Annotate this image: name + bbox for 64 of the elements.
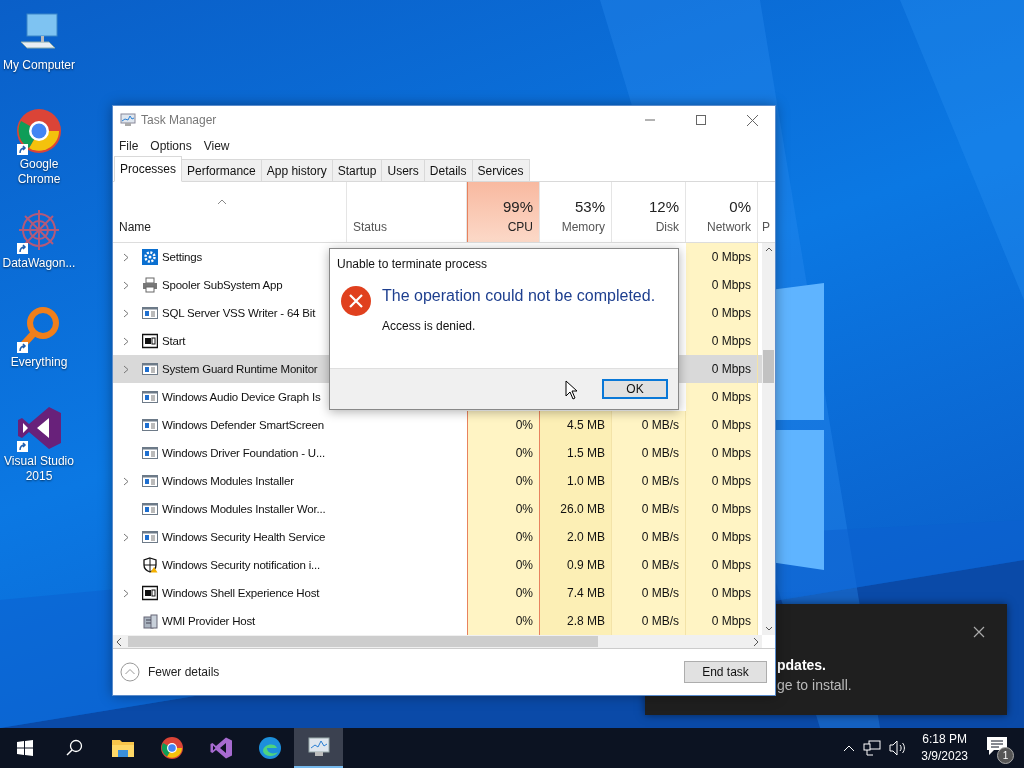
table-cell: 0% xyxy=(467,523,540,551)
column-total: 12% xyxy=(648,198,679,215)
table-cell: 0 MB/s xyxy=(612,523,686,551)
dialog-message: Access is denied. xyxy=(382,319,477,333)
table-cell: 0% xyxy=(467,495,540,523)
table-cell: 0% xyxy=(467,439,540,467)
process-name: Spooler SubSystem App xyxy=(162,279,283,291)
table-cell: 0% xyxy=(467,551,540,579)
toast-text: ge to install. xyxy=(777,677,853,693)
table-cell: 0 MB/s xyxy=(612,607,686,635)
table-cell: 0 MB/s xyxy=(612,579,686,607)
table-cell: 0.9 MB xyxy=(540,551,612,579)
table-cell: 0 Mbps xyxy=(686,495,758,523)
window-title: Task Manager xyxy=(141,113,218,127)
dialog-title: Unable to terminate process xyxy=(336,256,489,273)
table-cell: 0 Mbps xyxy=(686,383,758,411)
table-cell: 0% xyxy=(467,467,540,495)
process-name: WMI Provider Host xyxy=(162,615,256,627)
process-name: Windows Security Health Service xyxy=(162,531,326,543)
toast-title: pdates. xyxy=(777,657,827,673)
table-cell: 0 Mbps xyxy=(686,243,758,271)
process-name: Windows Audio Device Graph Is xyxy=(162,391,321,403)
table-cell: 2.8 MB xyxy=(540,607,612,635)
process-name: Windows Defender SmartScreen xyxy=(162,419,324,431)
table-cell: 0 Mbps xyxy=(686,551,758,579)
table-cell: 0 Mbps xyxy=(686,579,758,607)
process-name: Windows Shell Experience Host xyxy=(162,587,320,599)
table-cell: 0 Mbps xyxy=(686,607,758,635)
process-name: Windows Security notification i... xyxy=(162,559,321,571)
process-name: SQL Server VSS Writer - 64 Bit xyxy=(162,307,316,319)
table-cell: 0 Mbps xyxy=(686,327,758,355)
table-cell: 0 Mbps xyxy=(686,299,758,327)
table-cell: 7.4 MB xyxy=(540,579,612,607)
notification-count: 1 xyxy=(997,747,1014,764)
table-cell: 0 MB/s xyxy=(612,551,686,579)
table-cell: 0 MB/s xyxy=(612,495,686,523)
time-text: 6:18 PM xyxy=(922,731,967,748)
table-cell: 4.5 MB xyxy=(540,411,612,439)
process-name: System Guard Runtime Monitor xyxy=(162,363,318,375)
table-cell: 0% xyxy=(467,411,540,439)
table-cell: 0 Mbps xyxy=(686,411,758,439)
table-cell: 0 MB/s xyxy=(612,411,686,439)
table-cell: 0 Mbps xyxy=(686,523,758,551)
column-total: 0% xyxy=(729,198,751,215)
table-cell: 0 Mbps xyxy=(686,467,758,495)
column-total: 99% xyxy=(502,198,533,215)
table-cell: 0 MB/s xyxy=(612,467,686,495)
process-name: Settings xyxy=(162,251,202,263)
table-cell: 2.0 MB xyxy=(540,523,612,551)
process-name: Start xyxy=(162,335,186,347)
dialog-heading: The operation could not be completed. xyxy=(382,287,656,305)
table-cell: 1.5 MB xyxy=(540,439,612,467)
table-cell: 26.0 MB xyxy=(540,495,612,523)
table-cell: 1.0 MB xyxy=(540,467,612,495)
table-cell: 0% xyxy=(467,579,540,607)
process-name: Windows Modules Installer xyxy=(162,475,294,487)
process-name: Windows Modules Installer Wor... xyxy=(162,503,326,515)
table-cell: 0 MB/s xyxy=(612,439,686,467)
date-text: 3/9/2023 xyxy=(921,748,968,765)
process-name: Windows Driver Foundation - U... xyxy=(162,447,325,459)
table-cell: 0% xyxy=(467,607,540,635)
column-total: 53% xyxy=(574,198,605,215)
table-cell: 0 Mbps xyxy=(686,271,758,299)
table-cell: 0 Mbps xyxy=(686,439,758,467)
